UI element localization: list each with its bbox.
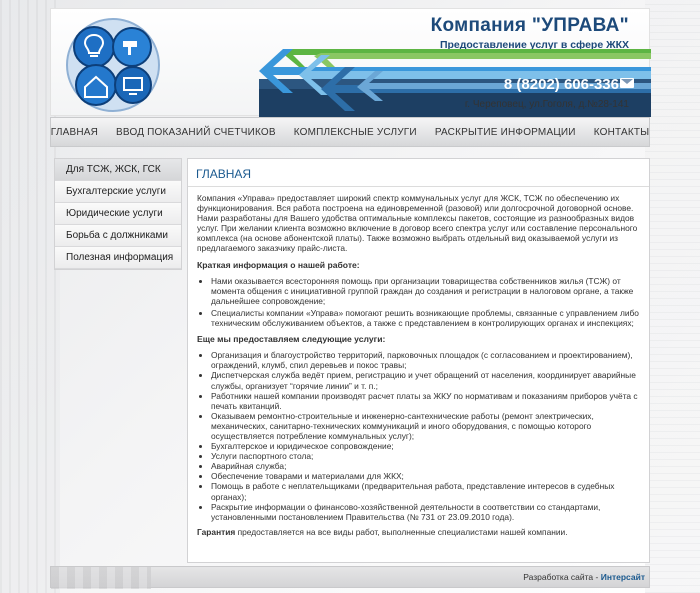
site-header: Компания "УПРАВА" Предоставление услуг в… — [50, 8, 651, 117]
list-item: Нами оказывается всесторонняя помощь при… — [211, 276, 640, 306]
list-item: Работники нашей компании производят расч… — [211, 391, 640, 411]
nav-meter-readings[interactable]: ВВОД ПОКАЗАНИЙ СЧЕТЧИКОВ — [107, 127, 285, 138]
page-title: ГЛАВНАЯ — [188, 159, 649, 187]
guarantee-paragraph: Гарантия предоставляется на все виды раб… — [197, 527, 640, 537]
footer-decoration — [51, 567, 151, 589]
list-item: Специалисты компании «Управа» помогают р… — [211, 308, 640, 328]
article-body: Компания «Управа» предоставляет широкий … — [188, 187, 649, 537]
developer-label: Разработка сайта - — [523, 572, 601, 582]
developer-credit: Разработка сайта - Интерсайт — [523, 572, 645, 582]
phone-number[interactable]: 8 (8202) 606-336 — [504, 76, 619, 93]
list-item: Услуги паспортного стола; — [211, 451, 640, 461]
brief-list: Нами оказывается всесторонняя помощь при… — [211, 276, 640, 328]
company-name: Компания "УПРАВА" — [430, 15, 629, 36]
intro-paragraph: Компания «Управа» предоставляет широкий … — [197, 193, 638, 254]
nav-home[interactable]: ГЛАВНАЯ — [42, 127, 107, 138]
list-item: Бухгалтерское и юридическое сопровождени… — [211, 441, 640, 451]
sidebar-item-debtors[interactable]: Борьба с должниками — [55, 225, 181, 247]
nav-disclosure[interactable]: РАСКРЫТИЕ ИНФОРМАЦИИ — [426, 127, 585, 138]
list-item: Оказываем ремонтно-строительные и инжене… — [211, 411, 640, 441]
sidebar-column: Для ТСЖ, ЖСК, ГСК Бухгалтерские услуги Ю… — [50, 158, 182, 563]
main-nav: ГЛАВНАЯ ВВОД ПОКАЗАНИЙ СЧЕТЧИКОВ КОМПЛЕК… — [50, 117, 650, 147]
nav-complex-services[interactable]: КОМПЛЕКСНЫЕ УСЛУГИ — [285, 127, 426, 138]
background-stripes-right — [645, 0, 700, 593]
monitor-icon — [114, 66, 152, 104]
list-item: Раскрытие информации о финансово-хозяйст… — [211, 502, 640, 522]
house-icon — [75, 64, 117, 106]
more-services-heading: Еще мы предоставляем следующие услуги: — [197, 334, 386, 345]
sidebar-item-legal[interactable]: Юридические услуги — [55, 203, 181, 225]
sidebar-item-hoa[interactable]: Для ТСЖ, ЖСК, ГСК — [55, 159, 181, 181]
guarantee-text: предоставляется на все виды работ, выпол… — [235, 526, 568, 537]
main-content: ГЛАВНАЯ Компания «Управа» предоставляет … — [187, 158, 650, 563]
services-list: Организация и благоустройство территорий… — [211, 350, 640, 522]
list-item: Диспетчерская служба ведёт прием, регист… — [211, 370, 640, 390]
company-address: г. Череповец, ул.Гоголя, д.№28-141 — [464, 99, 629, 110]
list-item: Организация и благоустройство территорий… — [211, 350, 640, 370]
sidebar-menu: Для ТСЖ, ЖСК, ГСК Бухгалтерские услуги Ю… — [54, 158, 182, 270]
columns: Для ТСЖ, ЖСК, ГСК Бухгалтерские услуги Ю… — [50, 158, 650, 563]
company-logo[interactable] — [63, 17, 163, 113]
list-item: Помощь в работе с неплательщиками (предв… — [211, 481, 640, 501]
list-item: Аварийная служба; — [211, 461, 640, 471]
list-item: Обеспечение товарами и материалами для Ж… — [211, 471, 640, 481]
page-wrapper: Компания "УПРАВА" Предоставление услуг в… — [50, 8, 651, 589]
developer-link[interactable]: Интерсайт — [601, 572, 645, 582]
nav-contacts[interactable]: КОНТАКТЫ — [585, 127, 659, 138]
lightbulb-icon — [73, 26, 115, 68]
mail-icon[interactable] — [620, 78, 634, 88]
site-footer: Разработка сайта - Интерсайт — [50, 566, 650, 589]
sidebar-item-accounting[interactable]: Бухгалтерские услуги — [55, 181, 181, 203]
guarantee-bold: Гарантия — [197, 526, 236, 537]
sidebar-item-useful-info[interactable]: Полезная информация — [55, 247, 181, 269]
brief-heading: Краткая информация о нашей работе: — [197, 259, 360, 270]
